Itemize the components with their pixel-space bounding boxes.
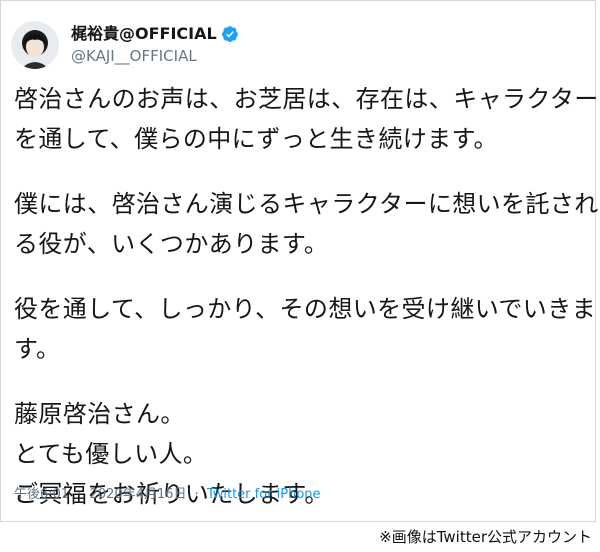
image-caption: ※画像はTwitter公式アカウント bbox=[379, 528, 592, 546]
tweet-meta: 午後6:01 · 2020年4月16日 · Twitter for iPhone bbox=[14, 486, 321, 504]
tweet-line: る役が、いくつかあります。 bbox=[14, 230, 329, 258]
avatar[interactable] bbox=[11, 21, 59, 69]
tweet-line: 役を通して、しっかり、その想いを受け継いでいきま bbox=[14, 295, 596, 323]
tweet-paragraph: 役を通して、しっかり、その想いを受け継いでいきま す。 bbox=[14, 289, 596, 369]
tweet-line: 藤原啓治さん。 bbox=[14, 400, 185, 428]
meta-separator: · bbox=[194, 487, 199, 502]
verified-badge-icon bbox=[221, 26, 238, 43]
tweet-line: 僕には、啓治さん演じるキャラクターに想いを託され bbox=[14, 190, 599, 218]
tweet-card: 梶裕貴@OFFICIAL @KAJI__OFFICIAL 啓治さんのお声は、お芝… bbox=[0, 0, 598, 522]
tweet-date[interactable]: 2020年4月16日 bbox=[90, 487, 187, 502]
tweet-line: 啓治さんのお声は、お芝居は、存在は、キャラクター bbox=[14, 85, 599, 113]
display-name-row: 梶裕貴@OFFICIAL bbox=[71, 24, 239, 44]
tweet-header: 梶裕貴@OFFICIAL @KAJI__OFFICIAL bbox=[11, 15, 239, 75]
tweet-line: とても優しい人。 bbox=[14, 440, 208, 468]
tweet-time[interactable]: 午後6:01 bbox=[14, 487, 69, 502]
user-names: 梶裕貴@OFFICIAL @KAJI__OFFICIAL bbox=[71, 24, 239, 66]
tweet-text: 啓治さんのお声は、お芝居は、存在は、キャラクター を通して、僕らの中にずっと生き… bbox=[14, 79, 599, 539]
tweet-line: を通して、僕らの中にずっと生き続けます。 bbox=[14, 125, 498, 153]
user-handle[interactable]: @KAJI__OFFICIAL bbox=[71, 46, 239, 66]
tweet-paragraph: 啓治さんのお声は、お芝居は、存在は、キャラクター を通して、僕らの中にずっと生き… bbox=[14, 79, 599, 159]
tweet-source-link[interactable]: Twitter for iPhone bbox=[207, 487, 321, 502]
display-name[interactable]: 梶裕貴@OFFICIAL bbox=[71, 24, 217, 44]
tweet-line: す。 bbox=[14, 335, 61, 363]
meta-separator: · bbox=[77, 487, 82, 502]
tweet-paragraph: 僕には、啓治さん演じるキャラクターに想いを託され る役が、いくつかあります。 bbox=[14, 184, 599, 264]
